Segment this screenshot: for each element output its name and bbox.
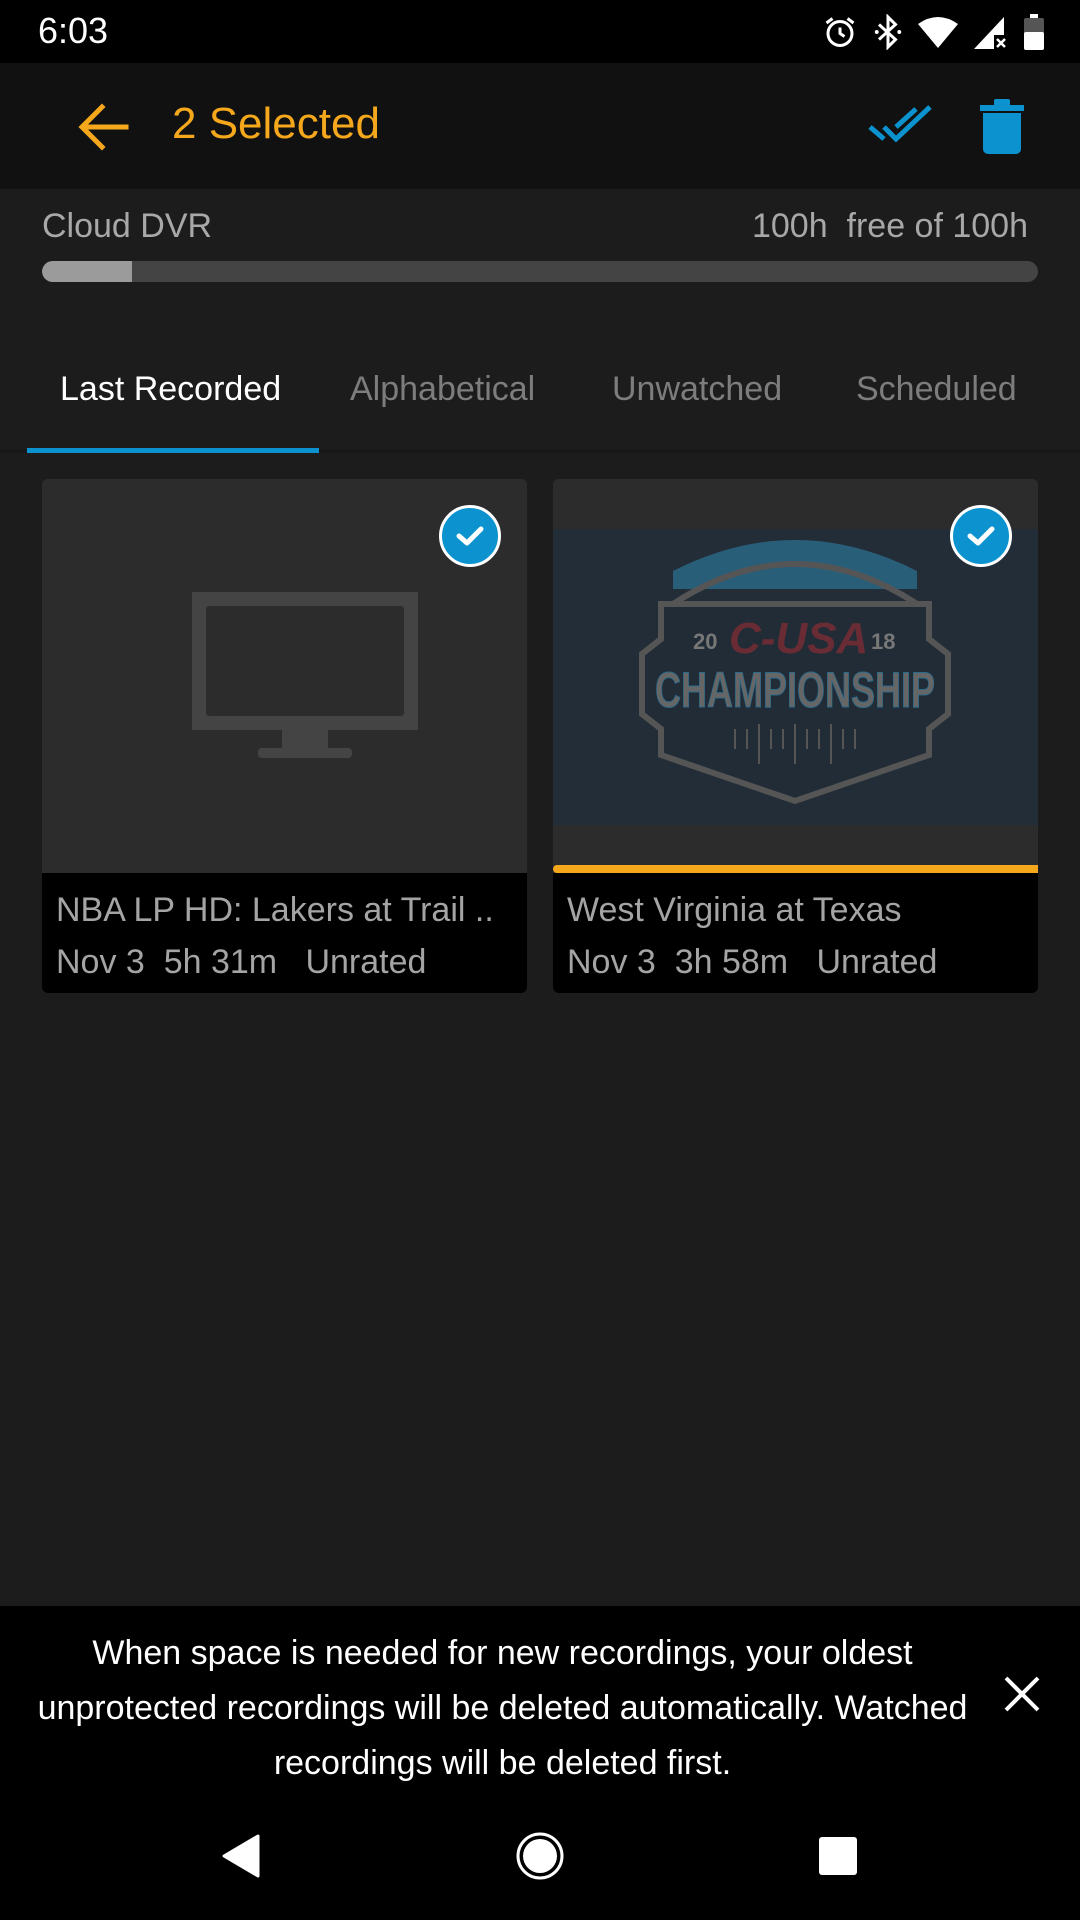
checkmark-icon — [456, 526, 484, 546]
arrow-left-icon — [78, 103, 129, 151]
recents-square-icon — [819, 1837, 857, 1875]
logo-title: CHAMPIONSHIP — [655, 662, 935, 718]
banner-close-button[interactable] — [1000, 1672, 1044, 1716]
watch-progress-bar — [553, 865, 1038, 873]
logo-brand: C-USA — [729, 614, 868, 663]
nav-home-button[interactable] — [512, 1828, 568, 1884]
storage-bar-track — [42, 261, 1038, 282]
battery-icon — [1024, 14, 1044, 50]
tab-unwatched[interactable]: Unwatched — [612, 370, 782, 409]
checkmark-icon — [967, 526, 995, 546]
trash-icon — [980, 99, 1024, 154]
system-nav-bar — [0, 1788, 1080, 1920]
status-icons — [822, 12, 1044, 52]
app-bar: 2 Selected — [0, 63, 1080, 189]
nav-back-button[interactable] — [212, 1828, 268, 1884]
wifi-icon — [918, 17, 958, 48]
cell-signal-no-data-icon — [974, 17, 1006, 49]
status-time: 6:03 — [38, 10, 109, 51]
recording-title: West Virginia at Texas — [567, 891, 902, 929]
bluetooth-icon — [874, 14, 902, 50]
recording-title: NBA LP HD: Lakers at Trail .. — [56, 891, 494, 929]
close-icon — [1004, 1676, 1040, 1712]
storage-indicator: Cloud DVR 100h free of 100h — [0, 189, 1080, 309]
cusa-championship-logo: 20 C-USA 18 CHAMPIONSHIP — [639, 540, 951, 805]
logo-year-left: 20 — [693, 629, 717, 654]
storage-label: Cloud DVR — [42, 207, 213, 245]
active-tab-indicator — [27, 448, 319, 453]
tab-alphabetical[interactable]: Alphabetical — [350, 370, 535, 409]
sort-tabs: Last Recorded Alphabetical Unwatched Sch… — [0, 340, 1080, 453]
back-button[interactable] — [78, 101, 130, 153]
recording-card[interactable]: 20 C-USA 18 CHAMPIONSHIP West Virginia a… — [553, 479, 1038, 993]
banner-message: When space is needed for new recordings,… — [37, 1634, 968, 1782]
storage-bar-fill — [42, 261, 132, 282]
selection-count-title: 2 Selected — [172, 99, 380, 148]
select-all-button[interactable] — [868, 101, 934, 149]
back-triangle-icon — [222, 1834, 260, 1878]
double-check-icon — [868, 105, 932, 143]
recording-info: West Virginia at Texas Nov 3 3h 58m Unra… — [553, 873, 1038, 993]
selected-check-badge[interactable] — [950, 505, 1012, 567]
alarm-icon — [825, 17, 855, 47]
recording-info: NBA LP HD: Lakers at Trail .. Nov 3 5h 3… — [42, 873, 527, 993]
auto-delete-info-banner: When space is needed for new recordings,… — [0, 1606, 1080, 1788]
tab-scheduled[interactable]: Scheduled — [856, 370, 1017, 409]
recording-meta: Nov 3 3h 58m Unrated — [567, 943, 938, 981]
home-circle-icon — [516, 1832, 564, 1880]
delete-button[interactable] — [978, 99, 1026, 155]
recording-card[interactable]: NBA LP HD: Lakers at Trail .. Nov 3 5h 3… — [42, 479, 527, 993]
championship-logo-art: 20 C-USA 18 CHAMPIONSHIP — [553, 529, 1038, 825]
selected-check-badge[interactable] — [439, 505, 501, 567]
storage-free-text: 100h free of 100h — [751, 207, 1028, 245]
tab-last-recorded[interactable]: Last Recorded — [60, 370, 281, 409]
recording-meta: Nov 3 5h 31m Unrated — [56, 943, 427, 981]
status-bar: 6:03 — [0, 0, 1080, 63]
tv-placeholder-icon — [192, 592, 418, 758]
logo-year-right: 18 — [871, 629, 895, 654]
nav-recents-button[interactable] — [810, 1828, 866, 1884]
